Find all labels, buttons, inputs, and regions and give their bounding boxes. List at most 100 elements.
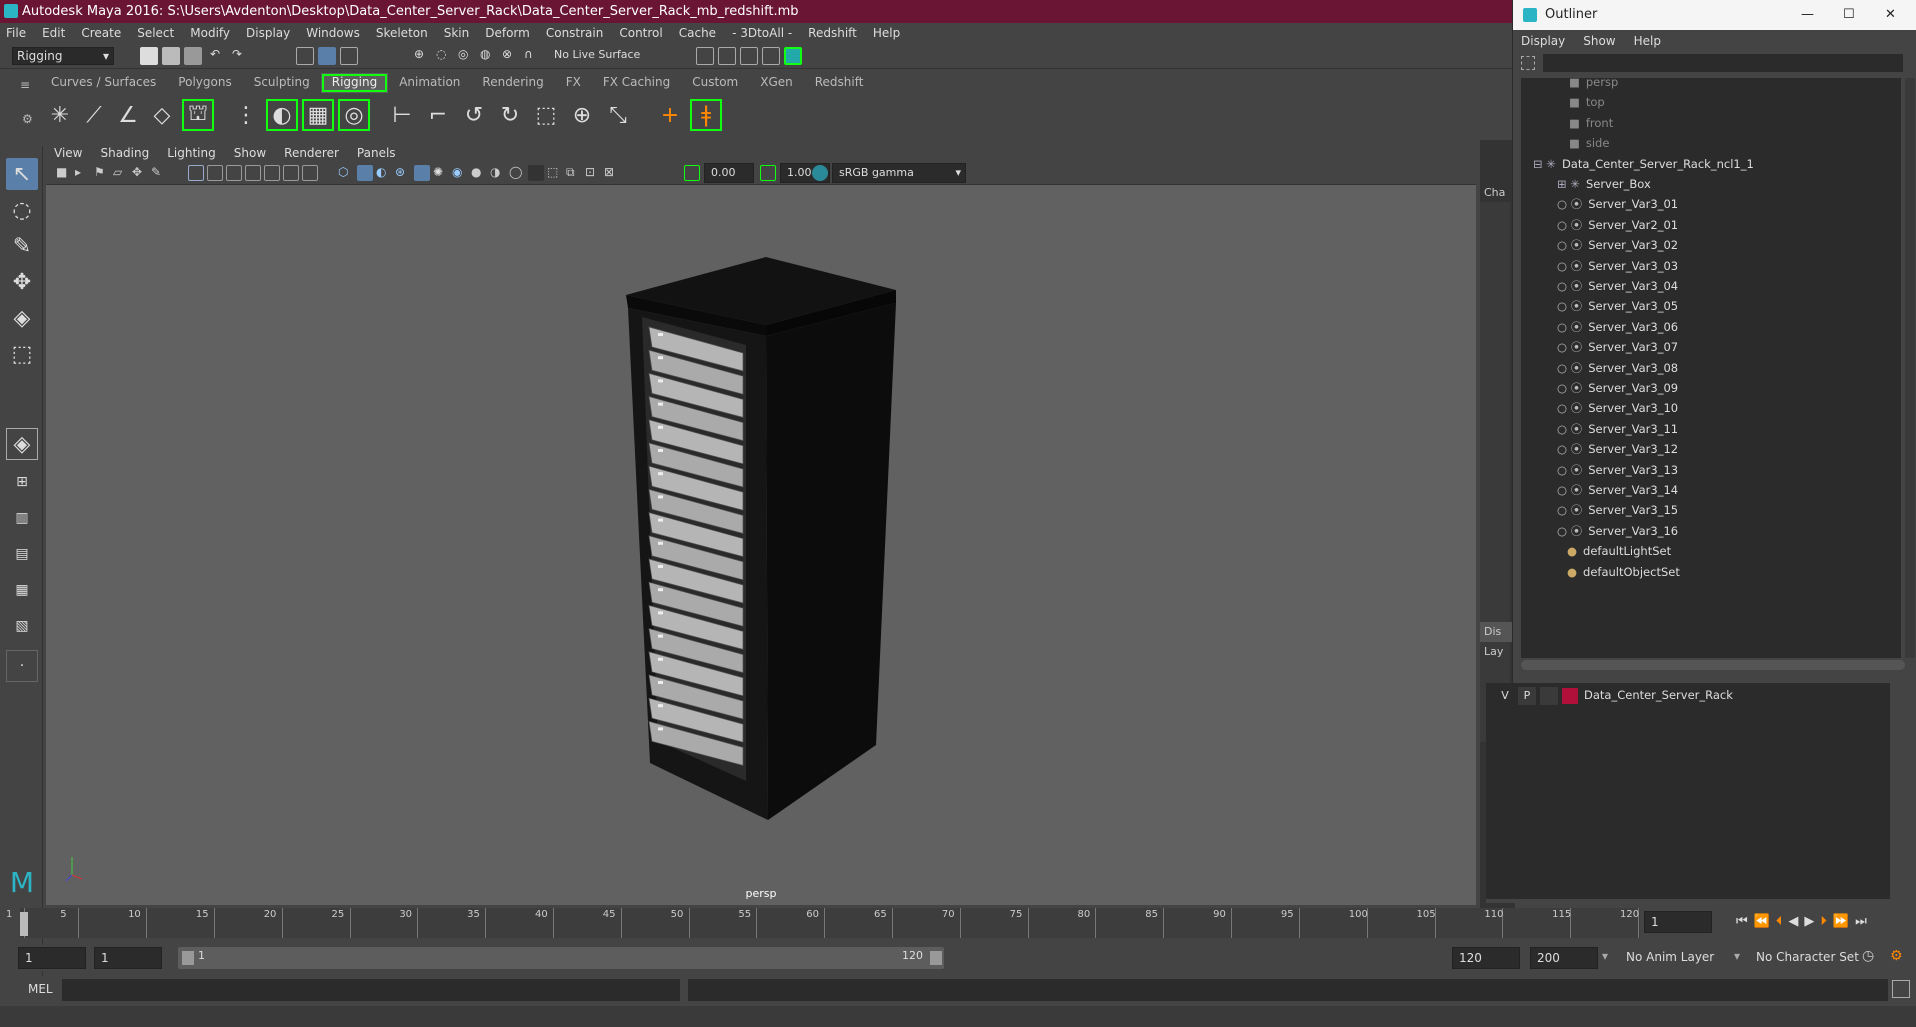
minimize-icon[interactable]: —: [1801, 0, 1814, 30]
layers-tab[interactable]: Lay: [1484, 645, 1503, 658]
command-language-label[interactable]: MEL: [28, 982, 53, 996]
play-forward-icon[interactable]: ▶: [1804, 914, 1814, 929]
shadows-icon[interactable]: ✺: [433, 165, 449, 181]
gate-mask-icon[interactable]: [245, 165, 261, 181]
rotate-tool-icon[interactable]: ◈: [6, 302, 38, 334]
viewport-menu-item[interactable]: Panels: [357, 146, 396, 160]
time-slider[interactable]: 1 5 10 15 20 25 30 35 40 45 50 55 60 65 70 75 80 85 90 95 10…: [6, 908, 1640, 938]
outliner-row[interactable]: ○ ⦿ Server_Var3_15: [1557, 500, 1678, 520]
outliner-row[interactable]: ○ ⦿ Server_Var2_01: [1557, 215, 1678, 235]
point-constraint-icon[interactable]: ⌐: [422, 99, 454, 131]
safe-title-icon[interactable]: [302, 165, 318, 181]
live-surface-label[interactable]: No Live Surface: [554, 48, 640, 61]
layer-type-toggle[interactable]: [1540, 687, 1558, 705]
menu-set-dropdown[interactable]: Rigging ▾: [12, 47, 114, 65]
more-layouts-icon[interactable]: ·: [6, 650, 38, 682]
animation-start-field[interactable]: 1: [18, 947, 86, 969]
shelf-menu-icon[interactable]: ≡: [20, 78, 30, 92]
isolate-select-icon[interactable]: [528, 165, 544, 181]
playback-end-field[interactable]: 120: [1452, 947, 1520, 969]
persp-graph-layout-icon[interactable]: ▤: [6, 538, 38, 570]
paint-select-icon[interactable]: ✎: [6, 230, 38, 262]
outliner-row[interactable]: ○ ⦿ Server_Var3_14: [1557, 480, 1678, 500]
shelf-tab[interactable]: XGen: [749, 73, 804, 93]
select-hierarchy-icon[interactable]: [296, 47, 314, 65]
menu-item[interactable]: File: [6, 26, 26, 40]
outliner-row[interactable]: ○ ⦿ Server_Var3_10: [1557, 398, 1678, 418]
outliner-row[interactable]: ○ ⦿ Server_Var3_07: [1557, 337, 1678, 357]
color-space-dropdown[interactable]: sRGB gamma ▾: [832, 163, 966, 183]
xray-joints-icon[interactable]: ⧉: [566, 165, 582, 181]
hypershade-icon[interactable]: [784, 47, 802, 65]
render-settings-icon[interactable]: [696, 47, 714, 65]
outliner-search-input[interactable]: [1543, 54, 1903, 72]
menu-item[interactable]: Modify: [190, 26, 230, 40]
smooth-bind-icon[interactable]: ⋮: [230, 99, 262, 131]
snap-grid-icon[interactable]: ⊕: [414, 47, 432, 65]
outliner-row[interactable]: ○ ⦿ Server_Var3_03: [1557, 256, 1678, 276]
viewport-menu-item[interactable]: Shading: [100, 146, 149, 160]
undo-icon[interactable]: ↶: [206, 47, 224, 65]
menu-item[interactable]: Edit: [42, 26, 65, 40]
preferences-icon[interactable]: ⚙: [1890, 948, 1903, 964]
smooth-shade-icon[interactable]: [357, 165, 373, 181]
go-to-end-icon[interactable]: ⏭: [1855, 914, 1867, 929]
textured-icon[interactable]: ⊛: [395, 165, 411, 181]
lasso-tool-icon[interactable]: ◌: [6, 194, 38, 226]
shelf-tab[interactable]: Sculpting: [243, 73, 321, 93]
pole-vector-icon[interactable]: ⤡: [602, 99, 634, 131]
animation-end-field[interactable]: 200: [1530, 947, 1598, 969]
range-slider-bar[interactable]: 1 120: [178, 947, 944, 969]
add-attribute-icon[interactable]: +: [654, 99, 686, 131]
exposure-icon[interactable]: [684, 165, 700, 181]
go-to-start-icon[interactable]: ⏮: [1736, 914, 1748, 929]
menu-item[interactable]: Cache: [679, 26, 716, 40]
shelf-tab[interactable]: FX: [555, 73, 592, 93]
outliner-row[interactable]: ○ ⦿ Server_Var3_09: [1557, 378, 1678, 398]
outliner-row[interactable]: ○ ⦿ Server_Var3_16: [1557, 521, 1678, 541]
perspective-viewport[interactable]: persp: [46, 185, 1476, 905]
viewport-menu-item[interactable]: Lighting: [167, 146, 216, 160]
chevron-down-icon[interactable]: ▾: [1602, 949, 1608, 963]
multisample-aa-icon[interactable]: ◑: [490, 165, 506, 181]
cluster-icon[interactable]: ◎: [338, 99, 370, 131]
outliner-row[interactable]: ○ ⦿ Server_Var3_02: [1557, 235, 1678, 255]
resolution-gate-icon[interactable]: [226, 165, 242, 181]
new-scene-icon[interactable]: [140, 47, 158, 65]
wireframe-on-shaded-icon[interactable]: ◐: [376, 165, 392, 181]
image-plane-icon[interactable]: ▱: [113, 165, 129, 181]
four-view-layout-icon[interactable]: ⊞: [6, 466, 38, 498]
save-scene-icon[interactable]: [184, 47, 202, 65]
ik-handle-icon[interactable]: ⟋: [78, 99, 110, 131]
shelf-tab[interactable]: Custom: [681, 73, 749, 93]
move-tool-icon[interactable]: ✥: [6, 266, 38, 298]
step-forward-key-icon[interactable]: ⏩: [1833, 914, 1849, 929]
ik-spline-icon[interactable]: ∠: [112, 99, 144, 131]
outliner-row[interactable]: ■ front: [1569, 113, 1613, 133]
snap-curve-icon[interactable]: ◌: [436, 47, 454, 65]
menu-item[interactable]: - 3DtoAll -: [732, 26, 792, 40]
redo-icon[interactable]: ↷: [228, 47, 246, 65]
menu-item[interactable]: Skin: [444, 26, 470, 40]
use-lights-icon[interactable]: [414, 165, 430, 181]
step-back-key-icon[interactable]: ⏪: [1754, 914, 1770, 929]
lattice-icon[interactable]: ▦: [302, 99, 334, 131]
outliner-row[interactable]: ○ ⦿ Server_Var3_12: [1557, 439, 1678, 459]
outliner-menu-item[interactable]: Display: [1521, 34, 1565, 48]
select-component-icon[interactable]: [340, 47, 358, 65]
two-d-pan-icon[interactable]: ✥: [132, 165, 148, 181]
viewport-menu-item[interactable]: Renderer: [284, 146, 339, 160]
single-perspective-layout-icon[interactable]: ◈: [6, 428, 38, 460]
play-backward-icon[interactable]: ◀: [1788, 914, 1798, 929]
snap-view-icon[interactable]: ◍: [480, 47, 498, 65]
orient-constraint-icon[interactable]: ↻: [494, 99, 526, 131]
step-forward-frame-icon[interactable]: ⏵: [1820, 914, 1827, 929]
display-tab[interactable]: Dis: [1480, 622, 1515, 642]
outliner-row[interactable]: ■ persp: [1569, 72, 1618, 92]
shelf-tab[interactable]: Polygons: [167, 73, 242, 93]
exposure-field[interactable]: 0.00: [704, 163, 754, 183]
shelf-tab[interactable]: Rigging: [320, 73, 389, 93]
wireframe-icon[interactable]: ⬡: [338, 165, 354, 181]
outliner-row[interactable]: ○ ⦿ Server_Var3_06: [1557, 317, 1678, 337]
insert-joint-icon[interactable]: ◇: [146, 99, 178, 131]
